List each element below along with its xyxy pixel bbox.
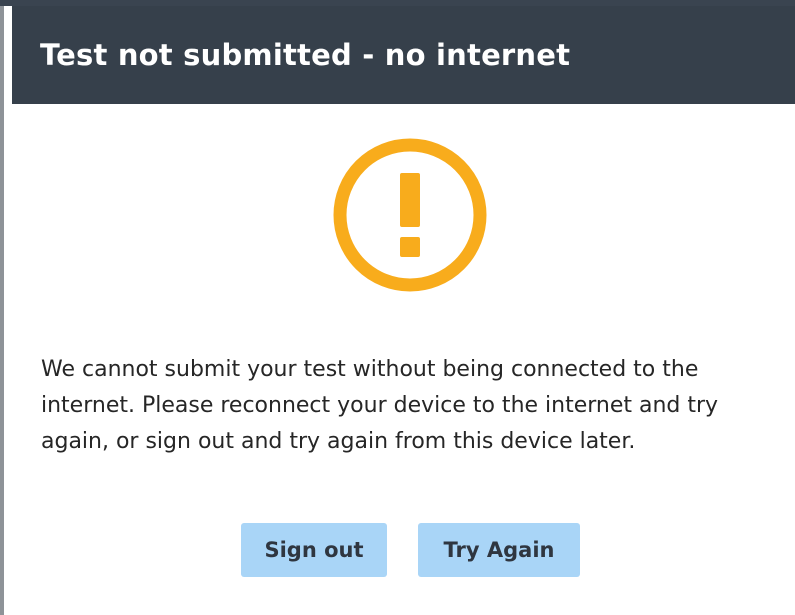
dialog-message: We cannot submit your test without being… bbox=[41, 357, 719, 454]
window-left-border bbox=[0, 0, 4, 615]
sign-out-button[interactable]: Sign out bbox=[241, 523, 387, 577]
dialog-title: Test not submitted - no internet bbox=[40, 38, 571, 72]
dialog-frame: Test not submitted - no internet We cann… bbox=[0, 0, 795, 615]
warning-icon bbox=[330, 135, 490, 295]
try-again-button[interactable]: Try Again bbox=[418, 523, 580, 577]
dialog-header: Test not submitted - no internet bbox=[12, 6, 795, 104]
